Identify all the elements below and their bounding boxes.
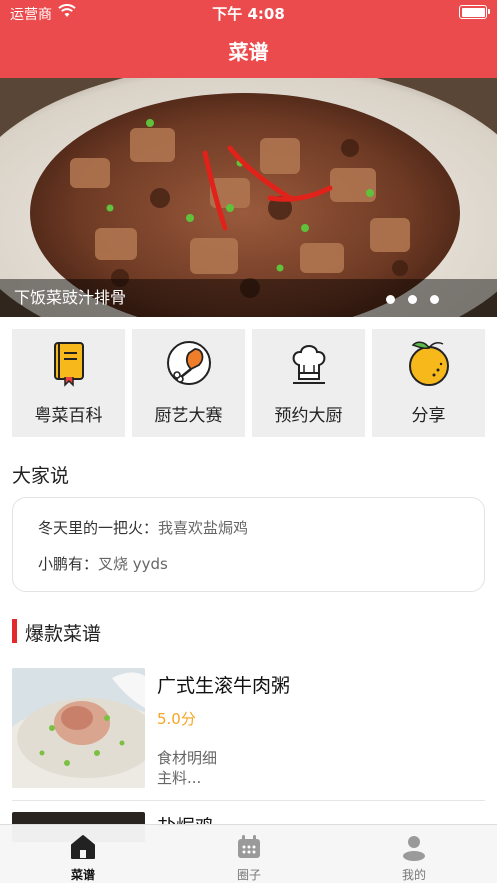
list-divider	[12, 800, 485, 801]
page-title: 菜谱	[228, 40, 269, 64]
drumstick-icon	[167, 341, 211, 385]
comment-item[interactable]: 小鹏有：叉烧 yyds	[38, 553, 168, 574]
recipe-score: 5.0分	[157, 710, 196, 728]
recipe-detail: 食材明细 主料...	[157, 748, 217, 788]
tile-book-chef[interactable]: 预约大厨	[252, 329, 365, 437]
carousel-dot[interactable]	[386, 295, 395, 304]
tab-label: 我的	[401, 868, 426, 882]
carousel-dot[interactable]	[430, 295, 439, 304]
tab-label: 圈子	[236, 868, 261, 882]
recipe-name: 广式生滚牛肉粥	[157, 675, 291, 697]
section-accent-bar	[12, 619, 17, 643]
tile-label: 分享	[411, 406, 446, 426]
comment-text: 叉烧 yyds	[98, 555, 168, 573]
book-icon	[54, 342, 84, 387]
comments-section-title: 大家说	[12, 465, 70, 487]
status-bar: 运营商 下午 4:08	[0, 0, 497, 26]
tile-cantonese-encyclopedia[interactable]: 粤菜百科	[12, 329, 125, 437]
battery-icon	[459, 5, 490, 19]
carousel-dot[interactable]	[408, 295, 417, 304]
recipe-thumbnail	[12, 668, 145, 788]
top-bar: 运营商 下午 4:08 菜谱	[0, 0, 497, 78]
comment-text: 我喜欢盐焗鸡	[158, 519, 249, 537]
tab-circle[interactable]: 圈子	[166, 825, 332, 883]
orange-icon	[409, 341, 449, 386]
comment-item[interactable]: 冬天里的一把火：我喜欢盐焗鸡	[38, 517, 248, 538]
status-time: 下午 4:08	[212, 5, 285, 23]
recipe-detail-sub: 主料...	[157, 769, 202, 787]
chef-hat-icon	[292, 345, 326, 384]
comments-card[interactable]: 冬天里的一把火：我喜欢盐焗鸡 小鹏有：叉烧 yyds	[12, 497, 485, 592]
tile-cooking-contest[interactable]: 厨艺大赛	[132, 329, 245, 437]
banner-caption: 下饭菜豉汁排骨	[14, 288, 127, 307]
tile-label: 厨艺大赛	[154, 406, 223, 426]
tab-recipes[interactable]: 菜谱	[0, 825, 166, 883]
home-icon	[71, 835, 95, 859]
tab-mine[interactable]: 我的	[331, 825, 497, 883]
hot-recipes-title: 爆款菜谱	[25, 623, 102, 645]
tile-share[interactable]: 分享	[372, 329, 485, 437]
person-icon	[403, 836, 425, 861]
comment-user: 小鹏有：	[38, 555, 99, 573]
recipe-detail-title: 食材明细	[157, 749, 218, 767]
carousel-indicator[interactable]	[386, 295, 439, 304]
banner-carousel[interactable]: 下饭菜豉汁排骨	[0, 78, 497, 317]
tile-label: 粤菜百科	[34, 406, 103, 426]
tile-label: 预约大厨	[274, 406, 343, 426]
calendar-icon	[238, 835, 260, 858]
recipe-card[interactable]: 广式生滚牛肉粥 5.0分 食材明细 主料...	[12, 668, 485, 790]
tab-label: 菜谱	[70, 868, 95, 882]
feature-tiles: 粤菜百科 厨艺大赛 预约大厨 分享	[12, 329, 485, 437]
comment-user: 冬天里的一把火：	[38, 519, 159, 537]
tab-bar: 菜谱 圈子 我的	[0, 824, 497, 883]
